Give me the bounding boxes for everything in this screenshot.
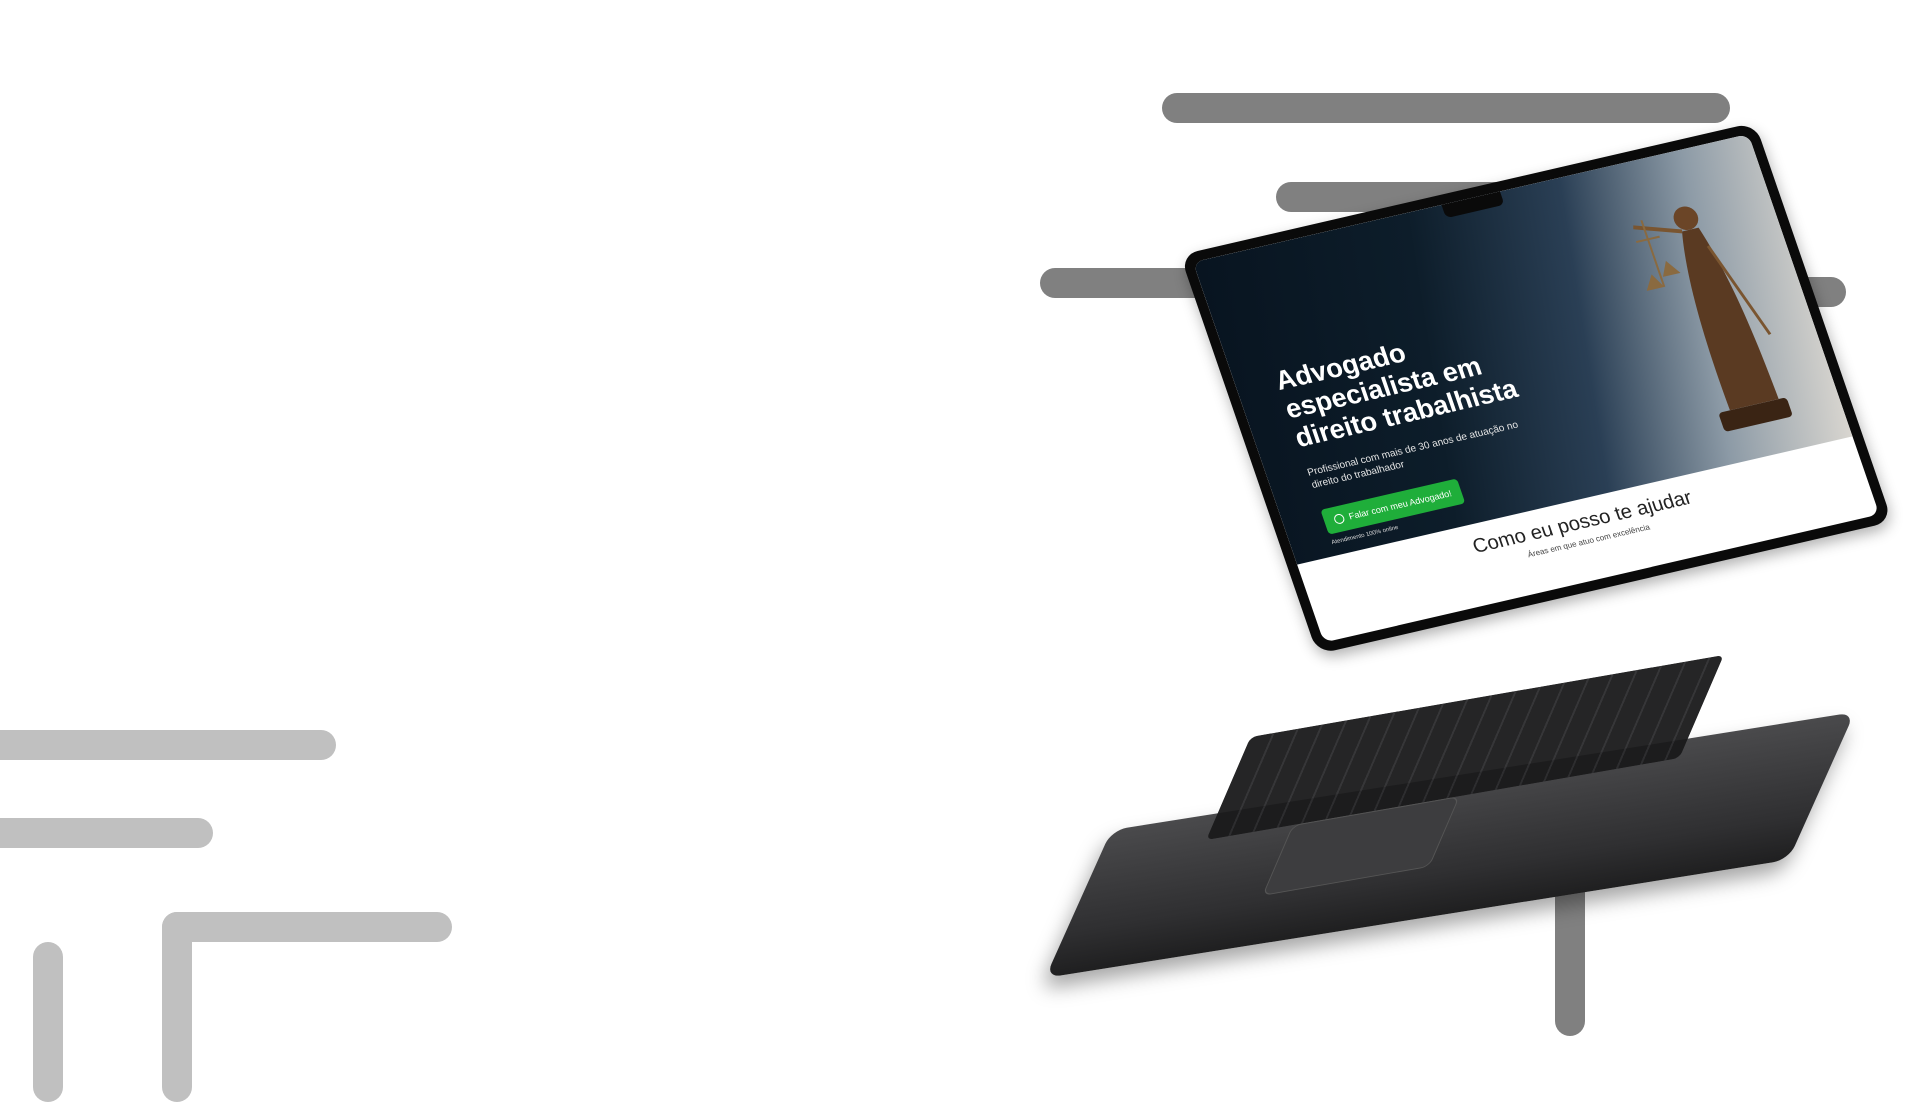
- whatsapp-icon: [1332, 513, 1346, 525]
- camera-notch: [1441, 191, 1505, 219]
- website-preview: Advogado especialista em direito trabalh…: [1193, 134, 1880, 643]
- laptop-screen-frame: Advogado especialista em direito trabalh…: [1180, 122, 1893, 655]
- laptop-mockup: Advogado especialista em direito trabalh…: [0, 0, 1920, 1080]
- cta-label: Falar com meu Advogado!: [1347, 488, 1454, 522]
- lady-justice-statue: [1633, 206, 1792, 432]
